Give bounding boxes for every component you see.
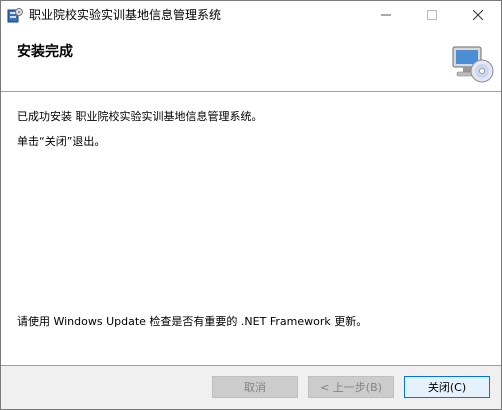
install-success-message: 已成功安装 职业院校实验实训基地信息管理系统。 xyxy=(17,110,263,123)
page-title: 安装完成 xyxy=(17,44,73,60)
installer-computer-cd-icon xyxy=(447,39,495,87)
dotnet-update-notice: 请使用 Windows Update 检查是否有重要的 .NET Framewo… xyxy=(17,315,368,328)
cancel-button[interactable]: 取消 xyxy=(212,376,298,398)
minimize-button[interactable] xyxy=(363,1,409,29)
exit-instruction: 单击“关闭”退出。 xyxy=(17,135,106,148)
close-button[interactable] xyxy=(455,1,501,29)
maximize-button[interactable] xyxy=(409,1,455,29)
wizard-footer: 取消 < 上一步(B) 关闭(C) xyxy=(1,365,501,409)
installer-window: 职业院校实验实训基地信息管理系统 安装完成 已成功安装 职业院校实验实训基地信息 xyxy=(0,0,502,410)
wizard-header: 安装完成 xyxy=(1,29,501,91)
title-bar[interactable]: 职业院校实验实训基地信息管理系统 xyxy=(1,1,501,29)
back-button[interactable]: < 上一步(B) xyxy=(308,376,394,398)
installer-app-icon xyxy=(7,7,23,23)
window-title: 职业院校实验实训基地信息管理系统 xyxy=(29,8,222,22)
header-divider xyxy=(1,91,501,93)
close-finish-button[interactable]: 关闭(C) xyxy=(404,376,490,398)
